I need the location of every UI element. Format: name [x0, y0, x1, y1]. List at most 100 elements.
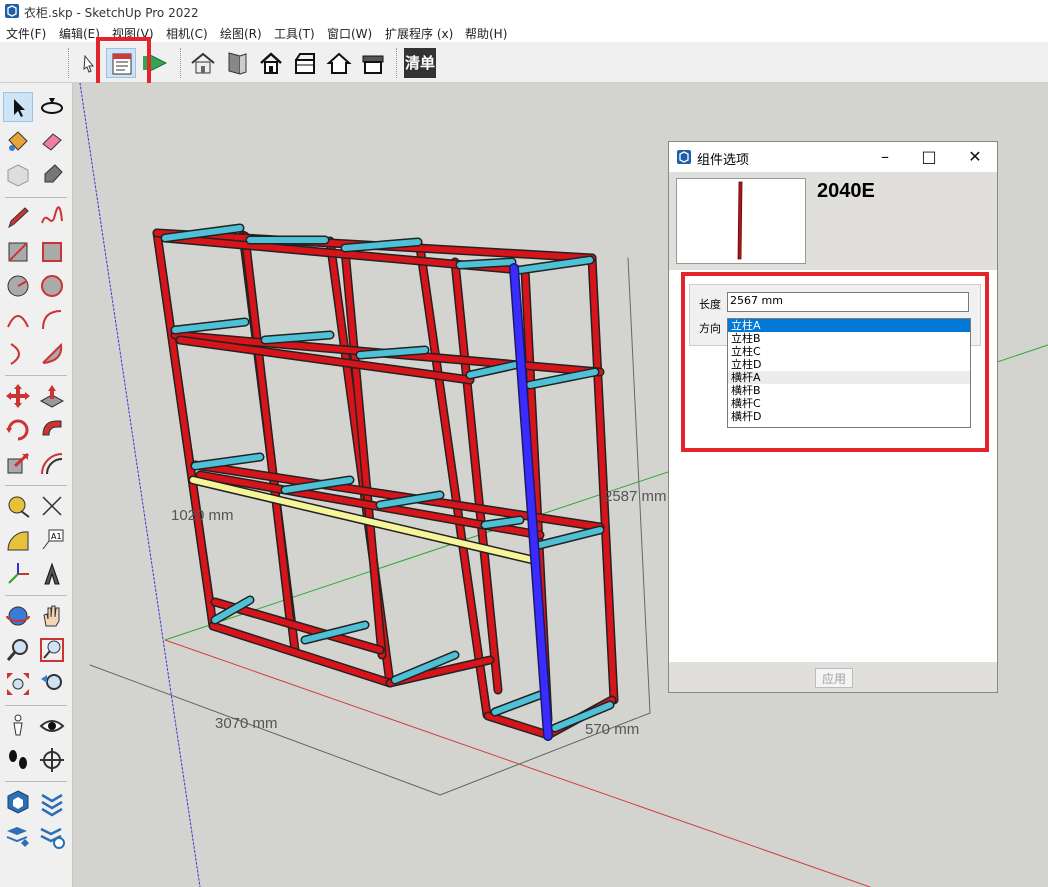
paint-bucket-icon[interactable]	[3, 126, 33, 156]
arc-2-icon[interactable]	[37, 305, 67, 335]
tape-measure-icon[interactable]	[3, 491, 33, 521]
menu-bar: 文件(F) 编辑(E) 视图(V) 相机(C) 绘图(R) 工具(T) 窗口(W…	[0, 22, 1048, 42]
share-model-icon[interactable]	[3, 821, 33, 851]
frame-bottom-rail[interactable]	[210, 623, 393, 686]
menu-help[interactable]: 帮助(H)	[465, 25, 507, 42]
menu-extensions[interactable]: 扩展程序 (x)	[385, 25, 453, 42]
menu-window[interactable]: 窗口(W)	[327, 25, 372, 42]
3d-text-icon[interactable]	[37, 559, 67, 589]
frame-cross-rail[interactable]	[492, 692, 543, 715]
frame-post[interactable]	[154, 230, 216, 629]
house-icon[interactable]	[188, 48, 218, 78]
tool-separator	[5, 485, 67, 486]
minimize-icon[interactable]: –	[875, 147, 895, 167]
look-around-icon[interactable]	[37, 711, 67, 741]
dialog-title-bar: 组件选项 – □ ✕	[669, 142, 997, 172]
polygon-icon[interactable]	[37, 271, 67, 301]
close-icon[interactable]: ✕	[965, 147, 985, 167]
sketchup-dialog-icon	[677, 150, 691, 164]
component-icon[interactable]	[3, 160, 33, 190]
list-button[interactable]: 清单	[404, 48, 436, 78]
menu-draw[interactable]: 绘图(R)	[220, 25, 262, 42]
menu-tools[interactable]: 工具(T)	[274, 25, 315, 42]
push-pull-icon[interactable]	[37, 381, 67, 411]
menu-camera[interactable]: 相机(C)	[166, 25, 208, 42]
profile-bar-image	[737, 181, 743, 260]
tool-separator	[5, 705, 67, 706]
component-thumbnail	[676, 178, 806, 264]
component-options-dialog: 组件选项 – □ ✕ 2040E 长度 2567 mm 方向 立柱A 立柱B 立…	[668, 141, 998, 693]
orbit-2-icon[interactable]	[3, 601, 33, 631]
frame-post[interactable]	[589, 255, 617, 703]
protractor-icon[interactable]	[3, 525, 33, 555]
svg-text:A1: A1	[51, 532, 62, 541]
dialog-header: 2040E	[669, 172, 997, 270]
pan-icon[interactable]	[37, 601, 67, 631]
previous-view-icon[interactable]	[37, 669, 67, 699]
frame-post[interactable]	[242, 233, 293, 623]
position-camera-icon[interactable]	[3, 711, 33, 741]
arc-3-icon[interactable]	[37, 339, 67, 369]
extension-manager-icon[interactable]	[37, 821, 67, 851]
pencil-icon[interactable]	[3, 203, 33, 233]
zoom-extents-icon[interactable]	[3, 669, 33, 699]
rectangle-icon[interactable]	[3, 237, 33, 267]
dimension-height-line[interactable]	[627, 257, 651, 714]
walk-icon[interactable]	[3, 745, 33, 775]
title-bar: 衣柜.skp - SketchUp Pro 2022	[0, 0, 1048, 22]
warehouse-icon[interactable]	[3, 787, 33, 817]
orbit-icon[interactable]	[37, 92, 67, 122]
tool-separator	[5, 781, 67, 782]
toolbar-separator	[180, 48, 182, 78]
blue-axis-line[interactable]	[79, 83, 201, 887]
apply-button[interactable]: 应用	[815, 668, 853, 688]
house-outline-icon[interactable]	[324, 48, 354, 78]
tool-separator	[5, 595, 67, 596]
circle-icon[interactable]	[3, 271, 33, 301]
box-open-icon[interactable]	[290, 48, 320, 78]
offset-icon[interactable]	[37, 449, 67, 479]
rotate-icon[interactable]	[3, 415, 33, 445]
extension-icon[interactable]	[37, 787, 67, 817]
select-icon[interactable]	[3, 92, 33, 122]
maximize-icon[interactable]: □	[919, 147, 939, 167]
annotation-highlight-box	[681, 272, 989, 452]
box-icon[interactable]	[358, 48, 388, 78]
scale-icon[interactable]	[3, 449, 33, 479]
freehand-icon[interactable]	[37, 203, 67, 233]
menu-edit[interactable]: 编辑(E)	[59, 25, 100, 42]
door-icon[interactable]	[222, 48, 252, 78]
text-icon[interactable]: A1	[37, 525, 67, 555]
toolbar-separator-2	[396, 48, 398, 78]
annotation-highlight-box	[96, 37, 151, 88]
pie-icon[interactable]	[3, 339, 33, 369]
toolbar-grip	[68, 48, 70, 78]
tool-separator	[5, 375, 67, 376]
tool-separator	[5, 197, 67, 198]
frame-bottom-rail-3[interactable]	[485, 713, 551, 738]
section-plane-icon[interactable]	[37, 745, 67, 775]
move-icon[interactable]	[3, 381, 33, 411]
zoom-icon[interactable]	[3, 635, 33, 665]
tag-icon[interactable]	[37, 160, 67, 190]
window-title: 衣柜.skp - SketchUp Pro 2022	[24, 6, 199, 20]
dimension-icon[interactable]	[37, 491, 67, 521]
frame-post[interactable]	[342, 247, 385, 658]
left-toolbar: A1	[0, 83, 73, 887]
frame-cross-rail[interactable]	[537, 527, 603, 548]
zoom-window-icon[interactable]	[37, 635, 67, 665]
sketchup-app-icon	[5, 4, 19, 18]
follow-me-icon[interactable]	[37, 415, 67, 445]
arc-icon[interactable]	[3, 305, 33, 335]
component-name: 2040E	[817, 180, 875, 202]
main-toolbar	[0, 42, 1048, 83]
frame-cross-rail[interactable]	[172, 319, 248, 333]
frame-cross-rail[interactable]	[457, 259, 515, 268]
home-icon[interactable]	[256, 48, 286, 78]
axes-icon[interactable]	[3, 559, 33, 589]
rotated-rectangle-icon[interactable]	[37, 237, 67, 267]
menu-file[interactable]: 文件(F)	[6, 25, 46, 42]
eraser-icon[interactable]	[37, 126, 67, 156]
dimension-width-label: 3070 mm	[215, 715, 278, 732]
dialog-footer: 应用	[669, 662, 997, 692]
